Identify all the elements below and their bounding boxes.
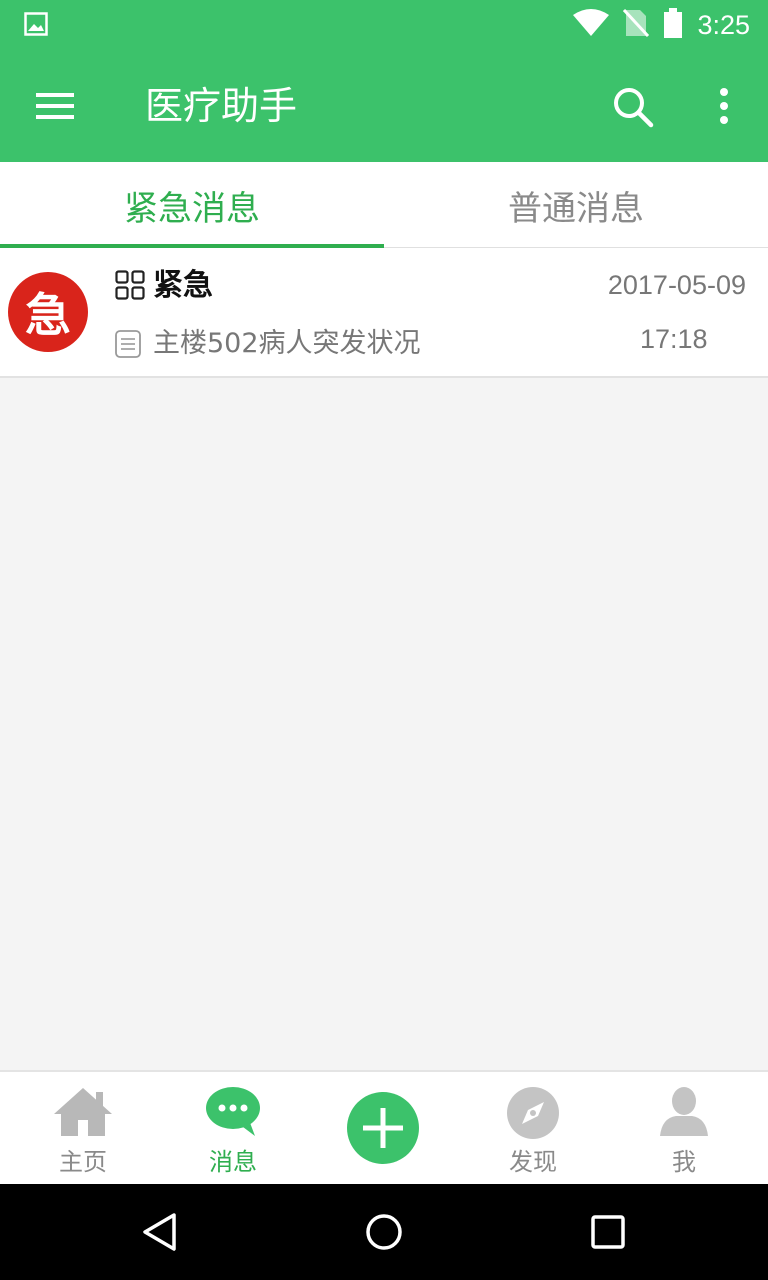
grid-icon	[115, 270, 145, 300]
home-icon	[52, 1086, 114, 1142]
app-bar: 医疗助手	[0, 50, 768, 162]
nav-home[interactable]: 主页	[23, 1072, 143, 1184]
compass-icon	[506, 1086, 560, 1144]
nav-add[interactable]	[323, 1072, 443, 1184]
nav-me[interactable]: 我	[624, 1072, 744, 1184]
person-icon	[658, 1086, 710, 1142]
nav-label: 发现	[509, 1148, 557, 1176]
image-notification-icon	[24, 12, 48, 40]
no-sim-icon	[623, 8, 650, 42]
nav-messages[interactable]: 消息	[173, 1072, 293, 1184]
status-time: 3:25	[697, 9, 750, 40]
nav-label: 我	[672, 1148, 696, 1176]
tab-label: 紧急消息	[124, 188, 260, 229]
more-vertical-icon[interactable]	[712, 86, 736, 128]
add-icon	[347, 1092, 419, 1164]
message-preview: 主楼502病人突发状况	[153, 328, 421, 359]
app-title: 医疗助手	[145, 84, 298, 128]
home-circle-icon[interactable]	[364, 1212, 404, 1252]
recents-icon[interactable]	[588, 1212, 628, 1252]
tab-bar: 紧急消息 普通消息	[0, 162, 768, 248]
bottom-nav: 主页 消息 发现 我	[0, 1070, 768, 1184]
search-icon[interactable]	[612, 86, 654, 128]
nav-label: 消息	[209, 1148, 257, 1176]
document-icon	[115, 330, 141, 358]
battery-icon	[663, 8, 683, 42]
system-nav-bar	[0, 1184, 768, 1280]
message-title: 紧急	[153, 268, 213, 303]
message-time: 17:18	[640, 324, 708, 354]
tab-label: 普通消息	[508, 188, 644, 229]
nav-label: 主页	[59, 1148, 107, 1176]
back-icon[interactable]	[140, 1212, 180, 1252]
nav-discover[interactable]: 发现	[473, 1072, 593, 1184]
list-item[interactable]: 急 紧急 2017-05-09 主楼502病人突发状况 17:18	[0, 248, 768, 378]
chat-bubble-icon	[205, 1086, 261, 1142]
tab-normal-messages[interactable]: 普通消息	[384, 162, 768, 248]
menu-icon[interactable]	[36, 90, 76, 122]
avatar: 急	[8, 272, 88, 352]
message-date: 2017-05-09	[607, 270, 746, 300]
wifi-icon	[573, 9, 610, 41]
tab-urgent-messages[interactable]: 紧急消息	[0, 162, 384, 248]
status-bar: 3:25	[0, 0, 768, 50]
